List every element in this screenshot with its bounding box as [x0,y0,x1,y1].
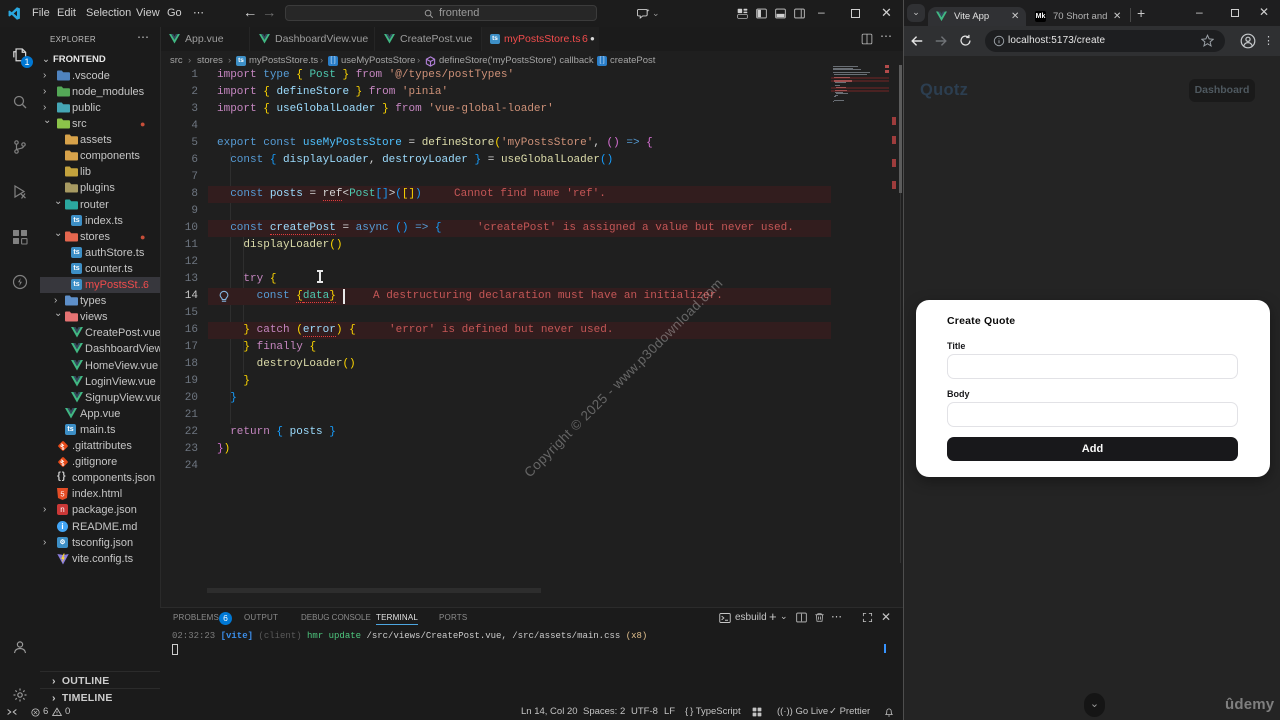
svg-text:5: 5 [60,490,64,499]
